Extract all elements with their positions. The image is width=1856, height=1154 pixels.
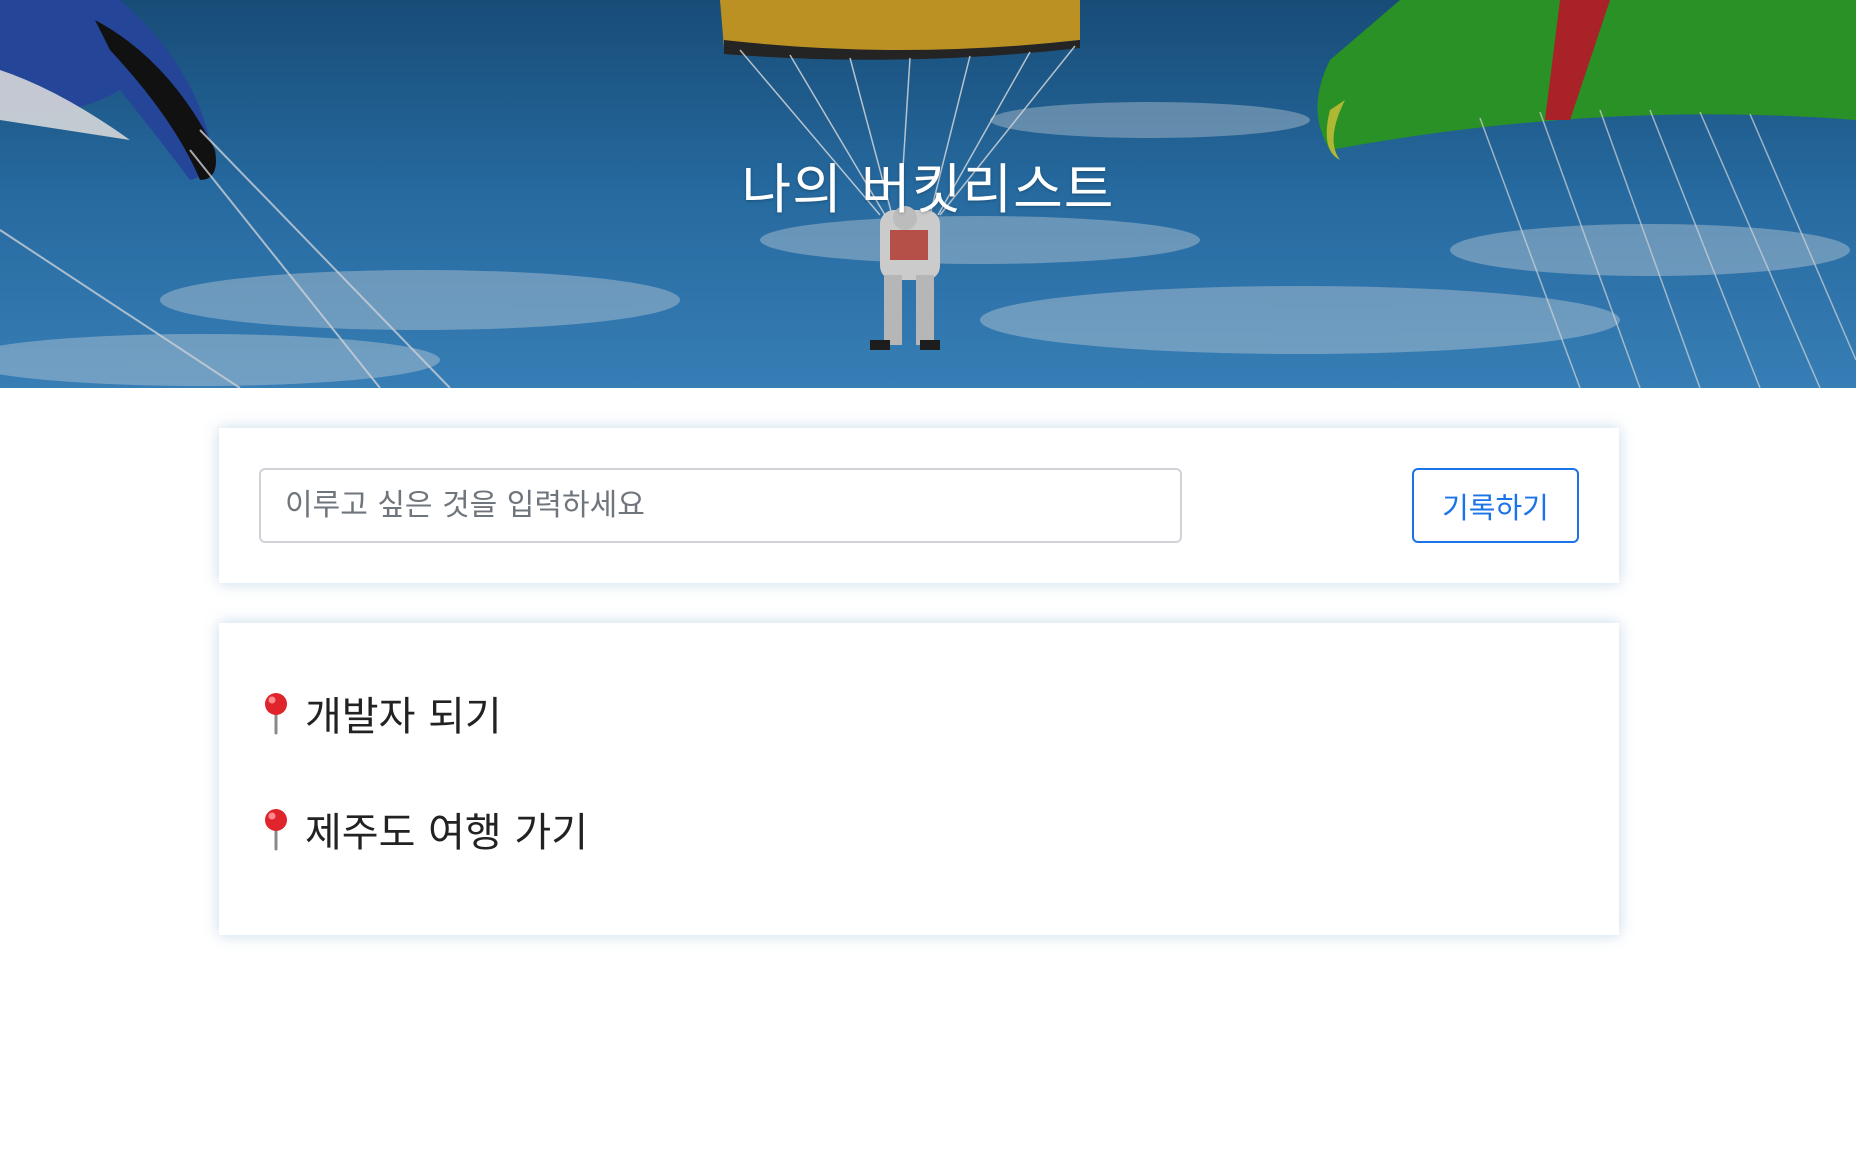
hero-banner: 나의 버킷리스트 xyxy=(0,0,1856,388)
round-pushpin-icon xyxy=(265,693,287,735)
list-item: 개발자 되기 xyxy=(259,685,588,741)
page-title: 나의 버킷리스트 xyxy=(741,158,1115,221)
bucket-list: 개발자 되기 제주도 여행 가기 xyxy=(259,685,588,917)
list-item-text: 제주도 여행 가기 xyxy=(305,810,589,856)
round-pushpin-icon xyxy=(265,809,287,851)
bucket-list-card: 개발자 되기 제주도 여행 가기 xyxy=(219,623,1619,935)
record-button[interactable]: 기록하기 xyxy=(1412,468,1579,543)
goal-input[interactable] xyxy=(259,468,1182,543)
list-item-text: 개발자 되기 xyxy=(305,694,502,740)
goal-form-card: 기록하기 xyxy=(219,428,1619,583)
list-item: 제주도 여행 가기 xyxy=(259,801,588,857)
